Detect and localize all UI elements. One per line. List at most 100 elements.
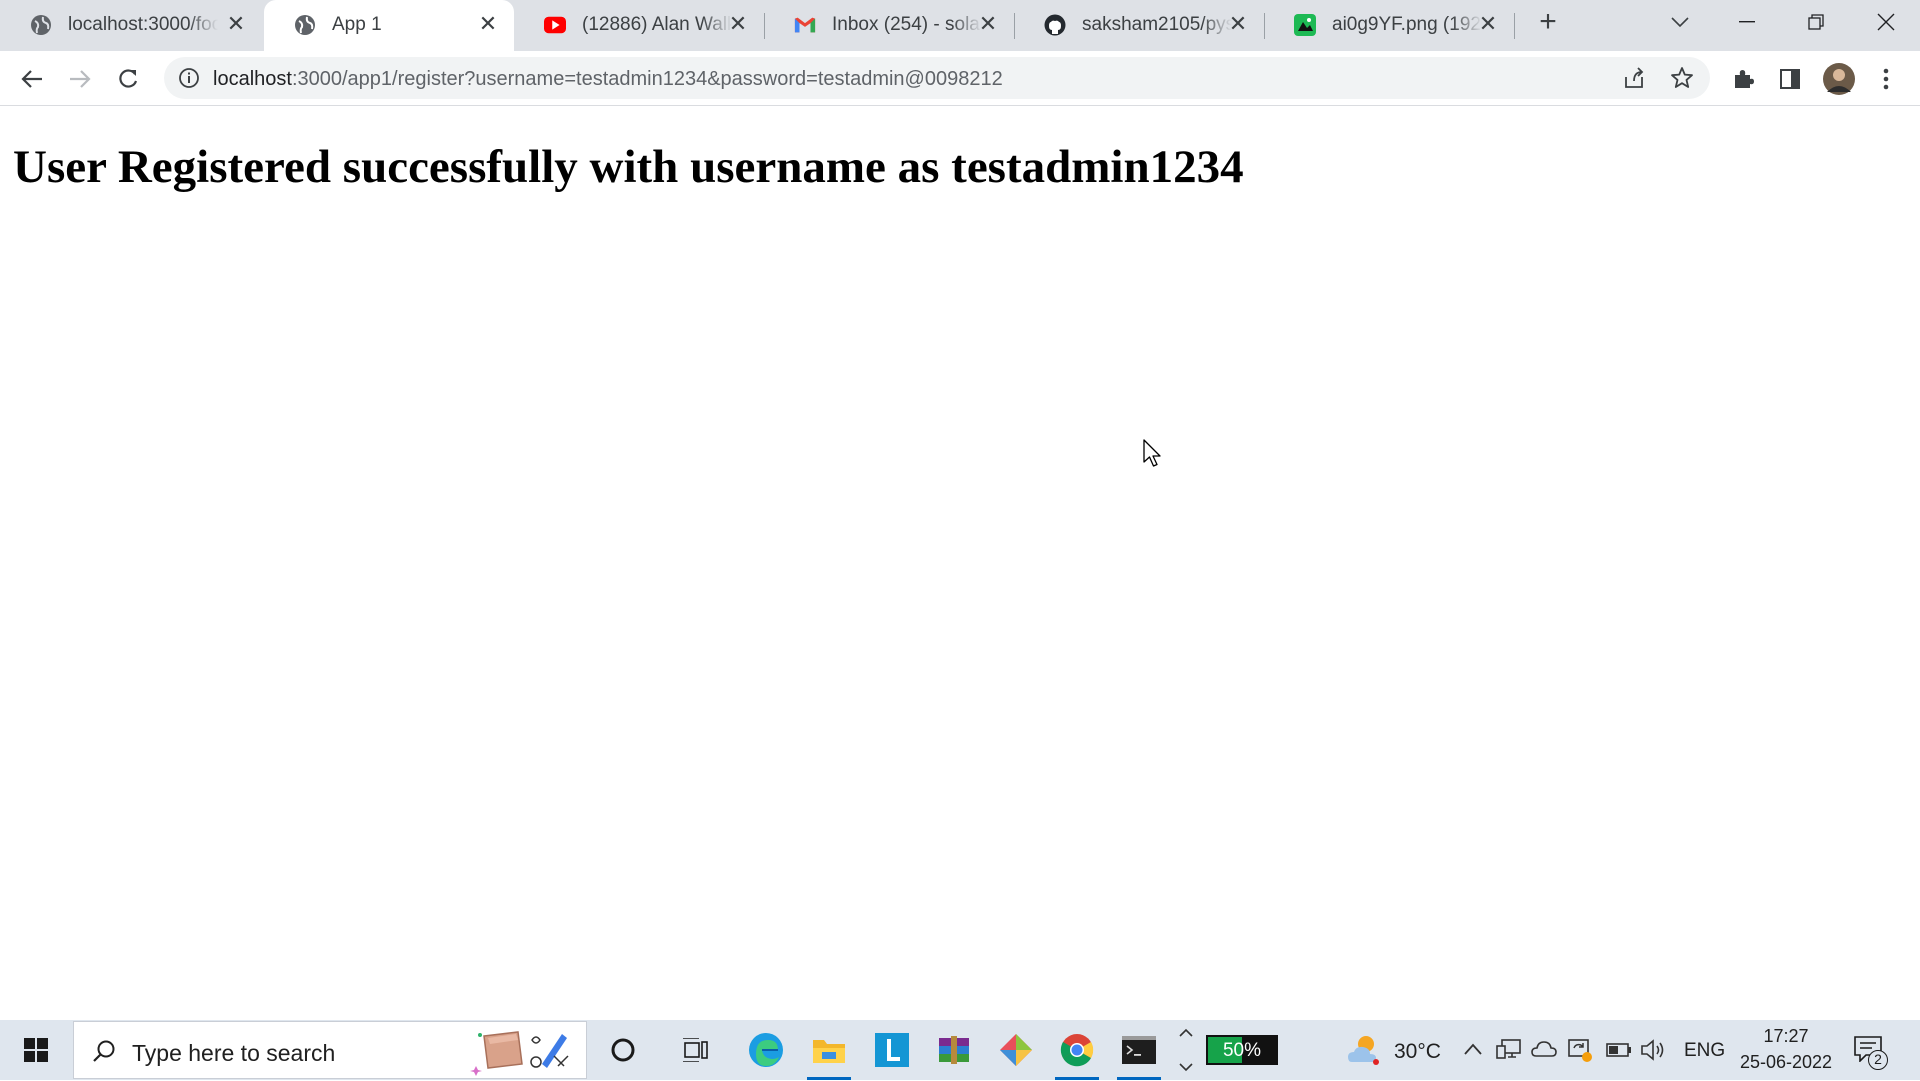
clock-date: 25-06-2022 (1739, 1052, 1833, 1072)
winrar-button[interactable] (924, 1020, 984, 1080)
tab-title: (12886) Alan Walker (582, 14, 732, 35)
search-highlight-illustration-icon (470, 1031, 569, 1076)
share-icon[interactable] (1622, 67, 1646, 94)
github-icon (1044, 14, 1066, 36)
winrar-books-icon (939, 1036, 969, 1064)
info-icon[interactable] (178, 67, 200, 94)
tab-search-button[interactable] (1650, 0, 1710, 44)
minimize-button[interactable] (1717, 0, 1777, 44)
notification-center-button[interactable]: 2 (1850, 1034, 1890, 1070)
network-icon[interactable] (1496, 1038, 1522, 1065)
profile-avatar[interactable] (1821, 61, 1857, 97)
taskbar-search[interactable]: Type here to search (73, 1021, 587, 1079)
tab-localhost-food[interactable]: localhost:3000/food ✕ (0, 0, 262, 51)
windows-logo-icon (24, 1038, 48, 1062)
file-explorer-button[interactable] (799, 1020, 859, 1080)
folder-icon (813, 1040, 845, 1063)
new-tab-button[interactable]: + (1519, 0, 1577, 44)
close-icon (1877, 13, 1895, 31)
battery-icon[interactable] (1606, 1042, 1632, 1063)
close-icon[interactable]: ✕ (976, 12, 1000, 36)
edge-button[interactable] (736, 1020, 796, 1080)
task-view-icon (683, 1038, 708, 1062)
close-icon[interactable]: ✕ (1226, 12, 1250, 36)
back-button[interactable] (16, 63, 48, 95)
hidden-icons-button[interactable] (1463, 1042, 1483, 1061)
reload-button[interactable] (112, 63, 144, 95)
chevron-up-icon (1464, 1043, 1482, 1055)
tab-title: saksham2105/pyser (1082, 14, 1232, 35)
git-tool-button[interactable] (986, 1020, 1046, 1080)
tab-youtube[interactable]: (12886) Alan Walker ✕ (514, 0, 764, 51)
battery-widget[interactable]: 50% (1206, 1035, 1278, 1065)
kebab-menu-icon (1883, 68, 1889, 90)
side-panel-icon (1780, 69, 1800, 89)
tab-app1[interactable]: App 1 ✕ (264, 0, 514, 51)
weather-temperature: 30°C (1394, 1040, 1441, 1063)
address-bar[interactable]: localhost:3000/app1/register?username=te… (164, 57, 1710, 99)
tab-image[interactable]: ai0g9YF.png (1920× ✕ (1264, 0, 1514, 51)
close-icon[interactable]: ✕ (726, 12, 750, 36)
image-icon (1294, 14, 1316, 36)
browser-toolbar: localhost:3000/app1/register?username=te… (0, 51, 1920, 106)
tab-separator (1514, 13, 1515, 39)
terminal-button[interactable] (1109, 1020, 1169, 1080)
tab-strip: localhost:3000/food ✕ App 1 ✕ (12886) Al… (0, 0, 1920, 51)
extensions-button[interactable] (1727, 63, 1759, 95)
tab-github[interactable]: saksham2105/pyser ✕ (1014, 0, 1264, 51)
chevron-down-icon (1671, 17, 1689, 28)
cortana-button[interactable] (593, 1020, 653, 1080)
gmail-icon (794, 14, 816, 36)
url-text[interactable]: localhost:3000/app1/register?username=te… (213, 68, 1003, 91)
tab-title: Inbox (254) - solanki (832, 14, 982, 35)
arrow-right-icon (70, 70, 91, 88)
search-icon (93, 1040, 115, 1062)
weather-icon[interactable] (1346, 1034, 1382, 1071)
mouse-cursor-icon (1143, 439, 1161, 467)
onedrive-icon[interactable] (1531, 1040, 1557, 1063)
minimize-icon (1739, 21, 1755, 23)
l-letter-app-icon (875, 1033, 909, 1067)
update-status-icon[interactable] (1567, 1037, 1593, 1068)
tab-title: localhost:3000/food (68, 14, 218, 35)
chrome-button[interactable] (1047, 1020, 1107, 1080)
search-placeholder: Type here to search (132, 1040, 336, 1066)
clock-widget[interactable]: 17:27 25-06-2022 (1726, 1024, 1846, 1078)
close-icon[interactable]: ✕ (476, 12, 500, 36)
url-path: :3000/app1/register?username=testadmin12… (291, 68, 1003, 90)
success-message: User Registered successfully with userna… (13, 141, 1244, 193)
bookmark-star-icon[interactable] (1670, 66, 1694, 95)
forward-button[interactable] (64, 63, 96, 95)
diamond-app-icon (1000, 1034, 1032, 1066)
close-window-button[interactable] (1856, 0, 1916, 44)
language-indicator[interactable]: ENG (1684, 1040, 1725, 1062)
menu-button[interactable] (1870, 63, 1902, 95)
restore-icon (1808, 14, 1824, 30)
chevron-up-down-icon (1179, 1028, 1193, 1072)
tab-title: ai0g9YF.png (1920× (1332, 14, 1482, 35)
youtube-icon (544, 14, 566, 36)
page-viewport: User Registered successfully with userna… (0, 106, 1920, 1020)
globe-icon (294, 14, 316, 36)
arrow-left-icon (21, 70, 42, 88)
chrome-icon (1060, 1034, 1094, 1067)
windows-taskbar: Type here to search 50% 30°C ENG 17:27 2… (0, 1020, 1920, 1080)
reload-icon (119, 69, 138, 88)
taskbar-scroll[interactable] (1178, 1024, 1194, 1081)
volume-icon[interactable] (1640, 1038, 1666, 1067)
globe-icon (30, 14, 52, 36)
close-icon[interactable]: ✕ (1476, 12, 1500, 36)
tab-title: App 1 (332, 14, 382, 35)
side-panel-button[interactable] (1774, 63, 1806, 95)
avatar-icon (1823, 63, 1855, 95)
close-icon[interactable]: ✕ (224, 12, 248, 36)
l-app-button[interactable] (862, 1020, 922, 1080)
tab-gmail[interactable]: Inbox (254) - solanki ✕ (764, 0, 1014, 51)
restore-button[interactable] (1786, 0, 1846, 44)
clock-time: 17:27 (1763, 1026, 1809, 1046)
url-host: localhost (213, 68, 292, 90)
start-button[interactable] (6, 1020, 66, 1080)
task-view-button[interactable] (666, 1020, 726, 1080)
battery-percent: 50% (1222, 1040, 1262, 1061)
edge-icon (749, 1033, 783, 1067)
